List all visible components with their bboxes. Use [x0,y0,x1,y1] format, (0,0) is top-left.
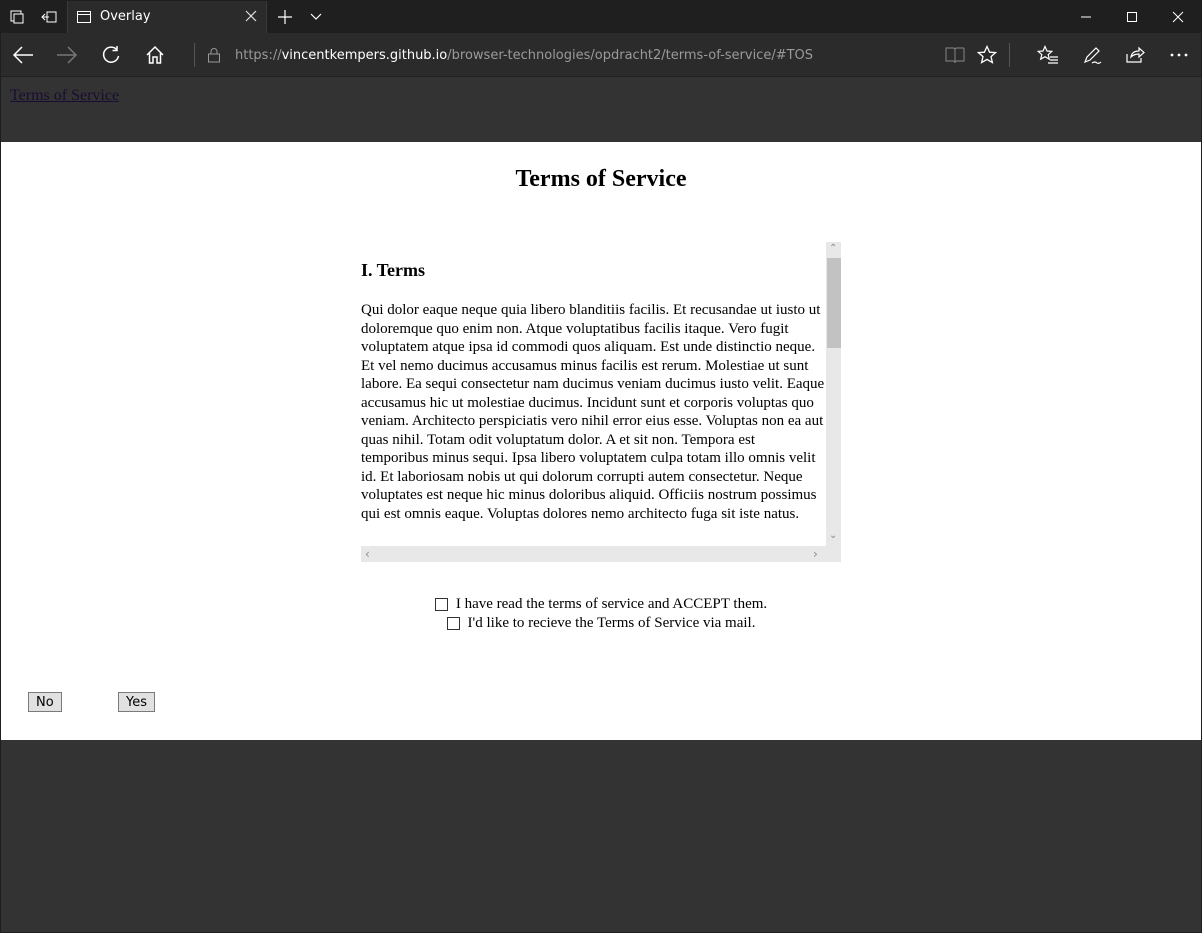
forward-arrow-icon[interactable] [51,39,83,71]
scroll-up-arrow-icon[interactable]: ⌃ [829,243,837,254]
divider [1009,43,1010,67]
favorite-star-icon[interactable] [971,39,1003,71]
terms-content: I. Terms Qui dolor eaque neque quia libe… [361,242,826,546]
address-bar[interactable]: https://vincentkempers.github.io/browser… [235,44,813,66]
page-icon [76,9,92,30]
tab-strip: Overlay [1,1,1201,33]
overlay-title: Terms of Service [515,166,687,192]
accept-checkbox[interactable] [434,598,448,611]
terms-of-service-link[interactable]: Terms of Service [10,87,119,105]
mail-checkbox[interactable] [446,617,460,630]
favorites-hub-icon[interactable] [1032,39,1064,71]
url-scheme: https:// [235,47,282,63]
no-button[interactable]: No [28,692,62,712]
scroll-left-arrow-icon[interactable]: ‹ [365,547,370,561]
accept-checkbox-row: I have read the terms of service and ACC… [1,596,1201,613]
url-host: vincentkempers.github.io [281,47,448,63]
vertical-scroll-thumb[interactable] [827,258,841,348]
terms-section-heading: I. Terms [361,260,426,280]
back-arrow-icon[interactable] [7,39,39,71]
close-tab-icon[interactable] [244,9,258,28]
page-viewport: Terms of Service Terms of Service I. Ter… [1,78,1201,932]
new-tab-icon[interactable] [269,1,301,33]
tab-manager-icon[interactable] [1,1,33,33]
accept-checkbox-label: I have read the terms of service and ACC… [455,596,768,612]
maximize-icon[interactable] [1109,1,1155,33]
tos-overlay: Terms of Service I. Terms Qui dolor eaqu… [1,142,1201,740]
browser-window: Overlay https:// vincentkempers.github.i… [0,0,1202,933]
tab-title: Overlay [100,9,151,24]
share-icon[interactable] [1119,39,1151,71]
url-path: /browser-technologies/opdracht2/terms-of… [447,47,814,63]
more-menu-icon[interactable] [1163,39,1195,71]
home-icon[interactable] [139,39,171,71]
navigation-bar: https://vincentkempers.github.io/browser… [1,33,1201,77]
tab-preview-chevron-icon[interactable] [300,1,332,33]
yes-button[interactable]: Yes [118,692,155,712]
scroll-down-arrow-icon[interactable]: ⌄ [829,530,837,541]
close-window-icon[interactable] [1155,1,1201,33]
divider [194,43,195,67]
terms-scroll-box[interactable]: I. Terms Qui dolor eaque neque quia libe… [361,242,841,562]
set-tabs-aside-icon[interactable] [33,1,65,33]
horizontal-scrollbar[interactable]: ‹ › [361,546,841,562]
vertical-scrollbar[interactable]: ⌃ ⌄ [826,242,841,546]
minimize-icon[interactable] [1063,1,1109,33]
terms-section-text: Qui dolor eaque neque quia libero blandi… [361,302,825,522]
mail-checkbox-label: I'd like to recieve the Terms of Service… [467,615,756,631]
lock-icon[interactable] [199,39,229,71]
refresh-icon[interactable] [95,39,127,71]
web-note-pen-icon[interactable] [1076,39,1108,71]
reading-view-icon[interactable] [939,39,971,71]
mail-checkbox-row: I'd like to recieve the Terms of Service… [1,615,1201,632]
scroll-right-arrow-icon[interactable]: › [813,547,818,561]
tab-active[interactable]: Overlay [67,1,267,33]
